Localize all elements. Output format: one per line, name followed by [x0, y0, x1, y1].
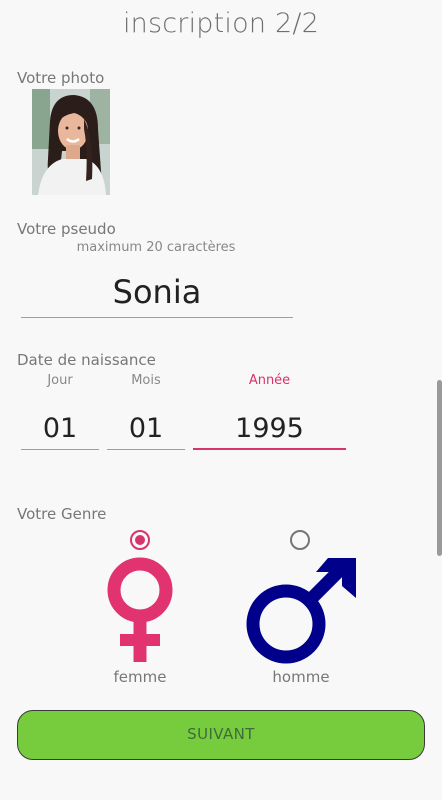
year-input[interactable] — [193, 408, 346, 450]
radio-homme[interactable] — [290, 530, 310, 550]
day-label: Jour — [47, 373, 73, 388]
pseudo-input[interactable] — [21, 266, 293, 318]
scrollbar[interactable] — [437, 380, 442, 556]
female-symbol-icon[interactable] — [104, 556, 178, 668]
male-symbol-icon[interactable] — [244, 556, 358, 668]
pseudo-label: Votre pseudo — [17, 220, 116, 238]
gender-label: Votre Genre — [17, 505, 107, 523]
day-input[interactable] — [21, 408, 99, 450]
month-label: Mois — [131, 373, 161, 388]
next-button[interactable]: SUIVANT — [17, 710, 425, 760]
birthdate-label: Date de naissance — [17, 351, 156, 369]
profile-photo[interactable] — [32, 89, 110, 195]
gender-option-homme-label: homme — [272, 668, 330, 686]
radio-femme[interactable] — [130, 530, 150, 550]
gender-option-femme-label: femme — [113, 668, 167, 686]
photo-label: Votre photo — [17, 69, 105, 87]
page-title: inscription 2/2 — [122, 8, 320, 39]
month-input[interactable] — [107, 408, 185, 450]
year-label: Année — [248, 373, 291, 388]
pseudo-hint: maximum 20 caractères — [76, 240, 236, 255]
profile-photo-image — [32, 89, 110, 195]
